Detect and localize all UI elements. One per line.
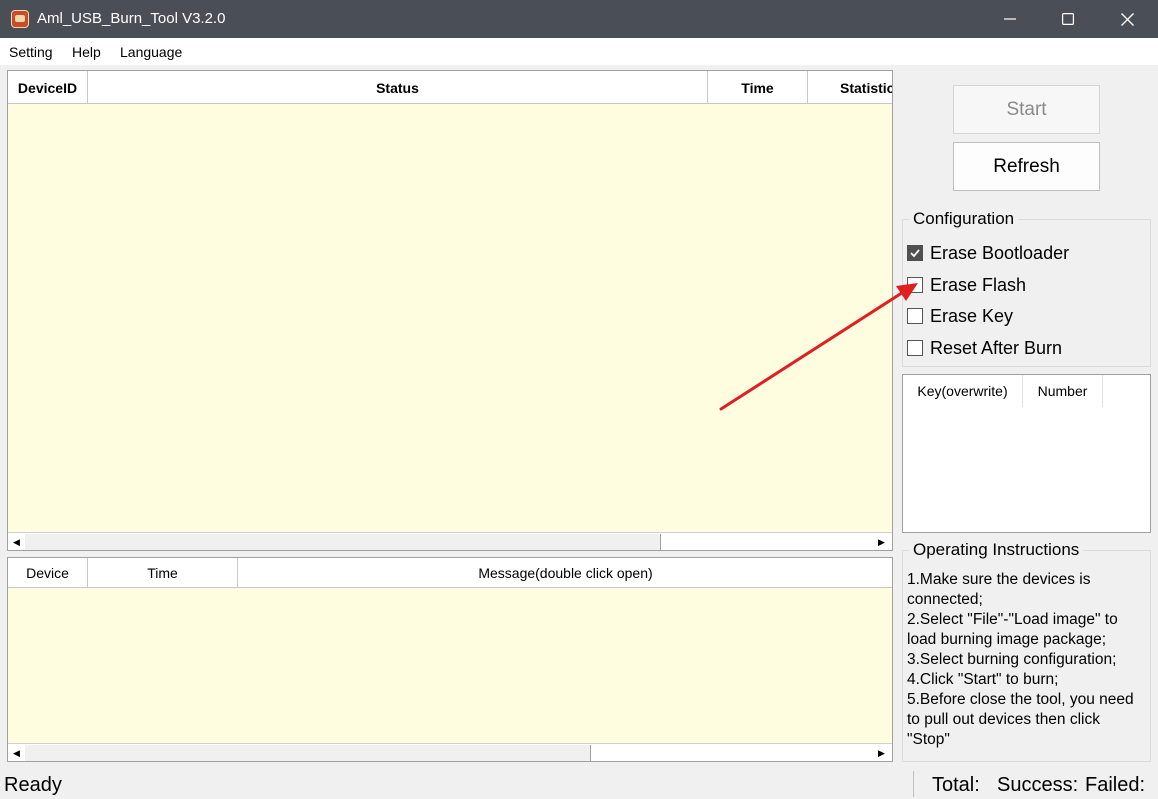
checkbox-unchecked-icon[interactable] <box>907 308 923 324</box>
device-list[interactable]: DeviceID Status Time Statistic ◀ ▶ <box>7 70 893 551</box>
status-success: Success: <box>997 774 1079 796</box>
column-key-overwrite[interactable]: Key(overwrite) <box>903 375 1023 407</box>
menu-bar: Setting Help Language <box>0 38 1158 65</box>
option-label: Reset After Burn <box>930 337 1063 358</box>
message-list[interactable]: Device Time Message(double click open) ◀… <box>7 557 893 762</box>
start-button[interactable]: Start <box>953 85 1100 134</box>
app-icon <box>11 10 29 28</box>
status-bar: Ready Total: Success: Failed: <box>0 769 1158 799</box>
key-list[interactable]: Key(overwrite) Number <box>902 374 1151 533</box>
column-device[interactable]: Device <box>8 558 88 588</box>
device-list-hscroll[interactable]: ◀ ▶ <box>8 532 892 550</box>
instruction-line: 3.Select burning configuration; <box>907 651 1117 668</box>
status-total: Total: <box>932 774 980 796</box>
close-icon <box>1121 12 1134 26</box>
message-list-header: Device Time Message(double click open) <box>8 558 892 588</box>
scroll-thumb[interactable] <box>25 534 661 550</box>
scroll-right-icon[interactable]: ▶ <box>878 748 885 759</box>
configuration-title: Configuration <box>909 209 1019 229</box>
option-label: Erase Flash <box>930 274 1027 295</box>
scroll-left-icon[interactable]: ◀ <box>13 537 20 548</box>
column-number[interactable]: Number <box>1023 375 1103 407</box>
menu-language[interactable]: Language <box>120 44 182 60</box>
instruction-line: 4.Click "Start" to burn; <box>907 671 1059 688</box>
column-status[interactable]: Status <box>88 71 708 104</box>
option-erase-key[interactable]: Erase Key <box>907 306 1013 326</box>
maximize-icon <box>1062 13 1074 25</box>
instruction-line: 5.Before close the tool, you need to pul… <box>907 691 1134 748</box>
option-label: Erase Key <box>930 305 1014 326</box>
column-deviceid[interactable]: DeviceID <box>8 71 88 104</box>
minimize-icon <box>1004 18 1016 20</box>
menu-setting[interactable]: Setting <box>9 44 53 60</box>
checkbox-unchecked-icon[interactable] <box>907 277 923 293</box>
close-button[interactable] <box>1097 0 1158 38</box>
instructions-title: Operating Instructions <box>909 540 1084 560</box>
maximize-button-area[interactable] <box>1039 0 1097 38</box>
option-erase-bootloader[interactable]: Erase Bootloader <box>907 243 1069 263</box>
option-label: Erase Bootloader <box>930 242 1070 263</box>
option-erase-flash[interactable]: Erase Flash <box>907 275 1026 295</box>
minimize-button-area[interactable] <box>981 0 1039 38</box>
option-reset-after-burn[interactable]: Reset After Burn <box>907 338 1062 358</box>
scroll-right-icon[interactable]: ▶ <box>878 537 885 548</box>
scroll-left-icon[interactable]: ◀ <box>13 748 20 759</box>
message-list-hscroll[interactable]: ◀ ▶ <box>8 743 892 761</box>
column-msg-time[interactable]: Time <box>88 558 238 588</box>
column-time[interactable]: Time <box>708 71 808 104</box>
status-separator <box>913 771 914 797</box>
checkbox-checked-icon[interactable] <box>907 245 923 261</box>
refresh-button[interactable]: Refresh <box>953 142 1100 191</box>
instruction-line: 1.Make sure the devices is connected; <box>907 571 1091 608</box>
column-statistic[interactable]: Statistic <box>808 71 892 104</box>
scroll-thumb[interactable] <box>25 745 591 761</box>
instructions-text: 1.Make sure the devices is connected; 2.… <box>907 570 1147 750</box>
status-failed: Failed: <box>1085 774 1146 796</box>
instruction-line: 2.Select "File"-"Load image" to load bur… <box>907 611 1118 648</box>
menu-help[interactable]: Help <box>72 44 101 60</box>
status-ready: Ready <box>4 774 62 796</box>
window-title: Aml_USB_Burn_Tool V3.2.0 <box>37 10 226 27</box>
checkbox-unchecked-icon[interactable] <box>907 340 923 356</box>
column-message[interactable]: Message(double click open) <box>238 558 892 588</box>
device-list-header: DeviceID Status Time Statistic <box>8 71 892 104</box>
